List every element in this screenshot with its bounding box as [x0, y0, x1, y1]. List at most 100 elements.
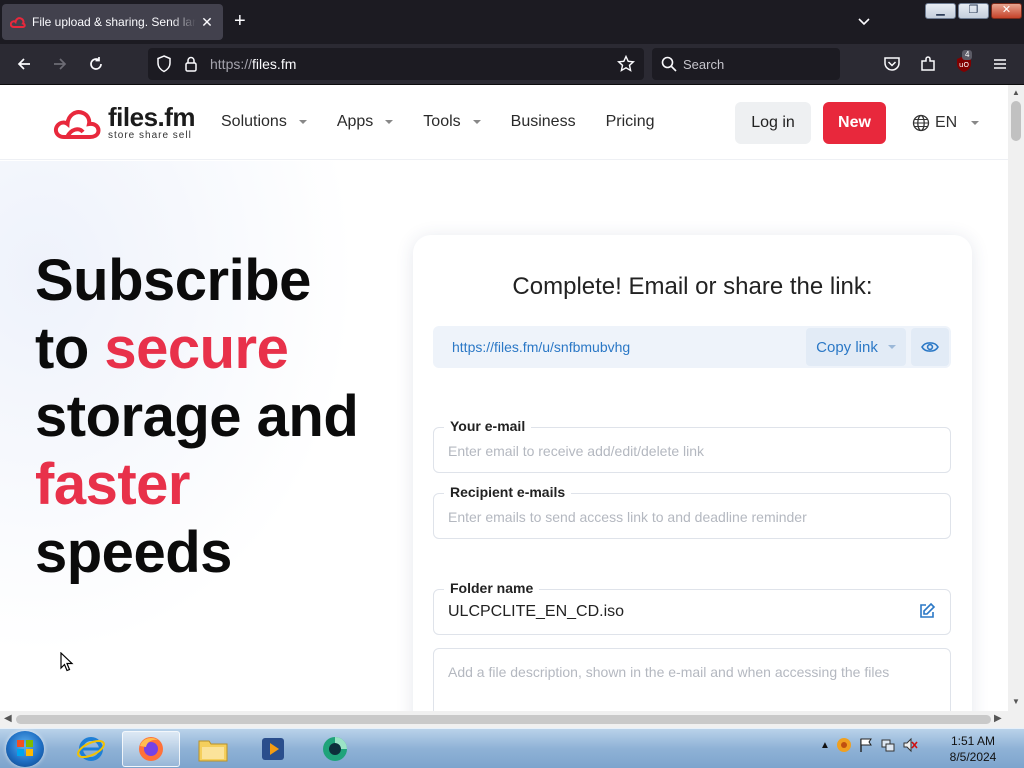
- search-placeholder: Search: [683, 57, 725, 72]
- folder-name-label: Folder name: [444, 580, 540, 596]
- login-button[interactable]: Log in: [735, 102, 811, 144]
- blocked-count-badge: 4: [962, 50, 973, 60]
- action-center-flag-icon[interactable]: [858, 737, 874, 753]
- clock-time: 1:51 AM: [950, 734, 996, 748]
- preview-button[interactable]: [911, 328, 949, 366]
- restore-window-button[interactable]: ❐: [958, 3, 989, 19]
- copy-link-label: Copy link: [816, 338, 878, 356]
- taskbar-app-5[interactable]: [306, 731, 364, 767]
- logo-name: files.fm: [108, 102, 196, 132]
- menu-solutions-label: Solutions: [221, 113, 287, 130]
- taskbar-file-explorer[interactable]: [184, 731, 242, 767]
- taskbar-media-player[interactable]: [244, 731, 302, 767]
- caret-down-icon: [385, 120, 394, 124]
- main-menu: Solutions Apps Tools Business Pricing: [221, 113, 684, 131]
- url-text[interactable]: https://files.fm: [210, 56, 296, 72]
- close-window-button[interactable]: ✕: [991, 3, 1022, 19]
- vertical-scrollbar[interactable]: ▲ ▼: [1008, 85, 1024, 711]
- file-description-placeholder: Add a file description, shown in the e-m…: [448, 664, 890, 680]
- recipient-emails-label: Recipient e-mails: [444, 484, 572, 500]
- tab-close-icon[interactable]: ✕: [199, 14, 215, 31]
- search-bar[interactable]: Search: [652, 48, 840, 80]
- tab-list-chevron-icon[interactable]: [856, 13, 872, 29]
- bookmark-star-icon[interactable]: [617, 55, 635, 73]
- folder-icon: [198, 740, 228, 762]
- scroll-up-arrow-icon[interactable]: ▲: [1012, 88, 1020, 97]
- share-link-url[interactable]: https://files.fm/u/snfbmubvhg: [452, 339, 630, 355]
- navigation-toolbar: https://files.fm Search uO 4: [0, 44, 1024, 85]
- address-bar[interactable]: https://files.fm: [148, 48, 644, 80]
- tab-strip: File upload & sharing. Send large files …: [0, 0, 1024, 44]
- recipient-emails-field[interactable]: Recipient e-mails Enter emails to send a…: [433, 484, 951, 539]
- recipient-emails-placeholder: Enter emails to send access link to and …: [448, 509, 807, 525]
- share-card: Complete! Email or share the link:: [413, 235, 972, 711]
- horizontal-scrollbar[interactable]: ◀ ▶: [0, 711, 1008, 728]
- vertical-scroll-thumb[interactable]: [1011, 101, 1021, 141]
- copy-link-button[interactable]: Copy link: [806, 328, 906, 366]
- files-fm-logo[interactable]: files.fm store share sell: [52, 102, 196, 141]
- show-hidden-icons-arrow-icon[interactable]: ▲: [820, 740, 830, 751]
- caret-down-icon: [472, 120, 481, 124]
- taskbar-firefox[interactable]: [122, 731, 180, 767]
- menu-tools[interactable]: Tools: [423, 113, 481, 131]
- language-selector[interactable]: EN: [912, 114, 980, 132]
- page-viewport: files.fm store share sell Solutions Apps…: [0, 85, 1008, 711]
- scroll-right-arrow-icon[interactable]: ▶: [994, 713, 1002, 724]
- your-email-placeholder: Enter email to receive add/edit/delete l…: [448, 443, 705, 459]
- pocket-icon[interactable]: [883, 55, 901, 73]
- new-button[interactable]: New: [823, 102, 886, 144]
- taskbar-clock[interactable]: 1:51 AM 8/5/2024: [930, 733, 1016, 765]
- hero-line-5: speeds: [35, 520, 232, 585]
- windows-logo-icon: [17, 740, 33, 756]
- scrollbar-corner: [1008, 711, 1024, 728]
- edit-pencil-icon[interactable]: [918, 602, 936, 620]
- taskbar-internet-explorer[interactable]: [62, 731, 120, 767]
- start-button[interactable]: [6, 731, 44, 767]
- volume-muted-icon[interactable]: [902, 737, 918, 753]
- lock-icon[interactable]: [184, 55, 198, 73]
- tray-app-icon[interactable]: [836, 737, 852, 753]
- mouse-pointer-icon: [60, 652, 74, 672]
- minimize-window-button[interactable]: ▁: [925, 3, 956, 19]
- green-app-icon: [323, 737, 347, 761]
- menu-business[interactable]: Business: [511, 113, 576, 131]
- language-code: EN: [935, 114, 958, 131]
- firefox-icon: [139, 737, 163, 761]
- back-arrow-icon[interactable]: [15, 55, 33, 73]
- eye-icon: [921, 342, 939, 352]
- hero-line-2: to secure: [35, 316, 289, 381]
- hero-line-3: storage and: [35, 384, 359, 449]
- hero-line-4: faster: [35, 452, 190, 517]
- internet-explorer-icon: [77, 737, 105, 761]
- hero-heading: Subscribe to secure storage and faster s…: [35, 247, 359, 587]
- network-icon[interactable]: [880, 737, 896, 753]
- cloud-logo-icon: [53, 110, 101, 139]
- your-email-label: Your e-mail: [444, 418, 532, 434]
- svg-text:uO: uO: [959, 61, 969, 69]
- tab-title: File upload & sharing. Send large files: [32, 15, 196, 29]
- file-description-textarea[interactable]: Add a file description, shown in the e-m…: [433, 648, 951, 711]
- logo-tagline: store share sell: [108, 130, 192, 141]
- menu-pricing-label: Pricing: [605, 113, 655, 130]
- folder-name-field[interactable]: Folder name ULCPCLITE_EN_CD.iso: [433, 580, 951, 635]
- caret-down-icon: [298, 120, 307, 124]
- new-tab-button[interactable]: +: [234, 11, 246, 31]
- your-email-field[interactable]: Your e-mail Enter email to receive add/e…: [433, 418, 951, 473]
- tracking-protection-shield-icon[interactable]: [156, 55, 172, 73]
- caret-down-icon: [971, 121, 980, 125]
- globe-icon: [912, 114, 930, 132]
- menu-solutions[interactable]: Solutions: [221, 113, 307, 131]
- scroll-down-arrow-icon[interactable]: ▼: [1012, 697, 1020, 706]
- horizontal-scroll-thumb[interactable]: [16, 715, 991, 724]
- extensions-puzzle-icon[interactable]: [919, 55, 937, 73]
- reload-icon[interactable]: [87, 55, 105, 73]
- menu-apps[interactable]: Apps: [336, 113, 394, 131]
- menu-pricing[interactable]: Pricing: [606, 113, 655, 131]
- scroll-left-arrow-icon[interactable]: ◀: [4, 713, 12, 724]
- menu-apps-label: Apps: [336, 113, 374, 130]
- forward-arrow-icon[interactable]: [51, 55, 69, 73]
- active-tab[interactable]: File upload & sharing. Send large files …: [2, 4, 223, 40]
- menu-tools-label: Tools: [423, 113, 461, 130]
- search-icon: [661, 56, 677, 72]
- hamburger-menu-icon[interactable]: [991, 55, 1009, 73]
